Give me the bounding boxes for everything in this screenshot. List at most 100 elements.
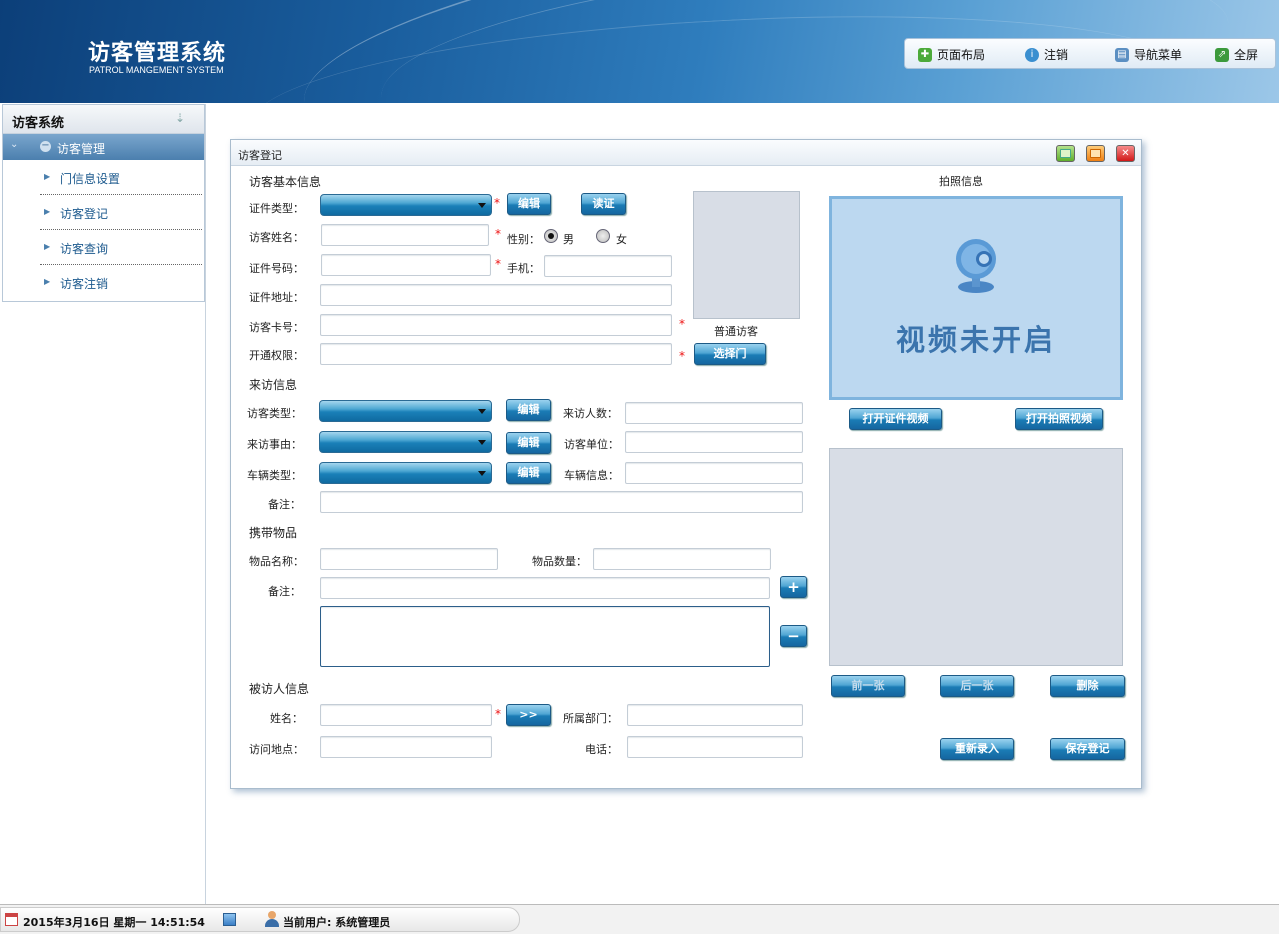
sidebar-item-visitor-query[interactable]: ▶ 访客查询	[40, 230, 202, 265]
open-photo-video-button[interactable]: 打开拍照视频	[1015, 408, 1103, 430]
dropdown-caret-icon	[478, 471, 486, 476]
logout-button[interactable]: i 注销	[1025, 46, 1068, 63]
visitor-card-label: 访客卡号：	[249, 321, 304, 334]
close-icon: ✕	[1121, 148, 1130, 159]
visitor-name-label: 访客姓名：	[249, 231, 304, 244]
webcam-icon	[956, 239, 996, 293]
previous-photo-button[interactable]: 前一张	[831, 675, 905, 697]
visitor-count-input[interactable]	[625, 402, 803, 424]
sidebar-item-label: 访客登记	[60, 207, 109, 221]
vehicle-type-edit-button[interactable]: 编辑	[506, 462, 551, 484]
visitor-unit-input[interactable]	[625, 431, 803, 453]
add-item-button[interactable]: +	[780, 576, 807, 598]
items-list[interactable]	[320, 606, 770, 667]
id-type-edit-button[interactable]: 编辑	[507, 193, 551, 215]
maximize-icon	[1090, 149, 1101, 158]
video-status-text: 视频未开启	[895, 323, 1056, 357]
visit-reason-select[interactable]	[319, 431, 492, 453]
fullscreen-button[interactable]: ⇗ 全屏	[1215, 46, 1258, 63]
section-carried-items: 携带物品	[249, 526, 298, 540]
sidebar-title: 访客系统	[12, 116, 65, 131]
visitor-photo	[693, 191, 800, 319]
visit-reason-edit-button[interactable]: 编辑	[506, 432, 551, 454]
phone-label: 手机：	[507, 262, 540, 275]
visitor-type-edit-button[interactable]: 编辑	[506, 399, 551, 421]
minimize-button[interactable]	[1056, 145, 1075, 162]
section-visit-info: 来访信息	[249, 378, 298, 392]
required-mark: *	[679, 349, 685, 363]
save-register-button[interactable]: 保存登记	[1050, 738, 1125, 760]
vehicle-type-select[interactable]	[319, 462, 492, 484]
gender-female-radio[interactable]	[596, 229, 610, 243]
read-id-button[interactable]: 读证	[581, 193, 626, 215]
visit-location-input[interactable]	[320, 736, 492, 758]
visit-remark-input[interactable]	[320, 491, 803, 513]
select-door-button[interactable]: 选择门	[694, 343, 766, 365]
triangle-right-icon: ▶	[44, 172, 51, 181]
phone-input[interactable]	[544, 255, 672, 277]
sidebar-item-visitor-register[interactable]: ▶ 访客登记	[40, 195, 202, 230]
fullscreen-icon: ⇗	[1215, 47, 1229, 62]
item-qty-input[interactable]	[593, 548, 771, 570]
nav-menu-button[interactable]: ▤ 导航菜单	[1115, 46, 1182, 63]
visitor-register-dialog: 访客登记 ✕ 访客基本信息 证件类型： * 编辑 读证 访客姓名： * 性别： …	[230, 139, 1142, 789]
sidebar-header: 访客系统 ⇣	[3, 105, 204, 134]
delete-photo-button[interactable]: 删除	[1050, 675, 1125, 697]
pin-icon[interactable]: ⇣	[175, 111, 185, 125]
item-name-input[interactable]	[320, 548, 498, 570]
sidebar-item-door-settings[interactable]: ▶ 门信息设置	[40, 160, 202, 195]
gender-female-label: 女	[616, 233, 627, 246]
required-mark: *	[495, 227, 501, 241]
gender-male-radio[interactable]	[544, 229, 558, 243]
visitor-name-input[interactable]	[321, 224, 489, 246]
maximize-button[interactable]	[1086, 145, 1105, 162]
visitor-type-select[interactable]	[319, 400, 492, 422]
open-id-video-button[interactable]: 打开证件视频	[849, 408, 942, 430]
top-toolbar: ✚ 页面布局 i 注销 ▤ 导航菜单 ⇗ 全屏	[904, 38, 1276, 69]
minimize-icon	[1060, 149, 1071, 158]
pick-host-button[interactable]: >>	[506, 704, 551, 726]
id-address-label: 证件地址：	[249, 291, 304, 304]
sidebar-item-visitor-cancel[interactable]: ▶ 访客注销	[40, 265, 202, 300]
visit-location-label: 访问地点：	[249, 743, 304, 756]
app-title: 访客管理系统	[88, 41, 227, 66]
sidebar-group-label: 访客管理	[57, 142, 106, 156]
video-preview: 视频未开启	[829, 196, 1123, 400]
info-icon: i	[1025, 47, 1039, 62]
window-icon[interactable]	[223, 913, 236, 926]
id-address-input[interactable]	[320, 284, 672, 306]
layout-label: 页面布局	[937, 48, 986, 62]
sidebar-group-visitor-management[interactable]: ⌄ − 访客管理	[3, 134, 204, 160]
sidebar-item-label: 访客注销	[60, 277, 109, 291]
id-type-label: 证件类型：	[249, 202, 304, 215]
remove-item-button[interactable]: −	[780, 625, 807, 647]
id-type-select[interactable]	[320, 194, 492, 216]
captured-photo-preview	[829, 448, 1123, 666]
document-icon: ▤	[1115, 47, 1129, 62]
dropdown-caret-icon	[478, 409, 486, 414]
layout-button[interactable]: ✚ 页面布局	[918, 46, 985, 63]
item-remark-input[interactable]	[320, 577, 770, 599]
item-remark-label: 备注：	[268, 585, 301, 598]
host-name-input[interactable]	[320, 704, 492, 726]
host-phone-input[interactable]	[627, 736, 803, 758]
visitor-card-input[interactable]	[320, 314, 672, 336]
required-mark: *	[679, 317, 685, 331]
visit-remark-label: 备注：	[268, 498, 301, 511]
visitor-kind-label: 普通访客	[714, 325, 758, 338]
user-icon	[265, 911, 279, 927]
vehicle-info-label: 车辆信息：	[564, 469, 619, 482]
logout-label: 注销	[1044, 48, 1069, 62]
host-name-label: 姓名：	[270, 712, 303, 725]
vehicle-info-input[interactable]	[625, 462, 803, 484]
next-photo-button[interactable]: 后一张	[940, 675, 1014, 697]
reenter-button[interactable]: 重新录入	[940, 738, 1014, 760]
id-number-input[interactable]	[321, 254, 491, 276]
section-host-info: 被访人信息	[249, 682, 310, 696]
section-photo-info: 拍照信息	[939, 175, 983, 188]
nav-menu-label: 导航菜单	[1134, 48, 1183, 62]
host-department-label: 所属部门：	[563, 712, 618, 725]
close-button[interactable]: ✕	[1116, 145, 1135, 162]
host-department-input[interactable]	[627, 704, 803, 726]
permission-input[interactable]	[320, 343, 672, 365]
